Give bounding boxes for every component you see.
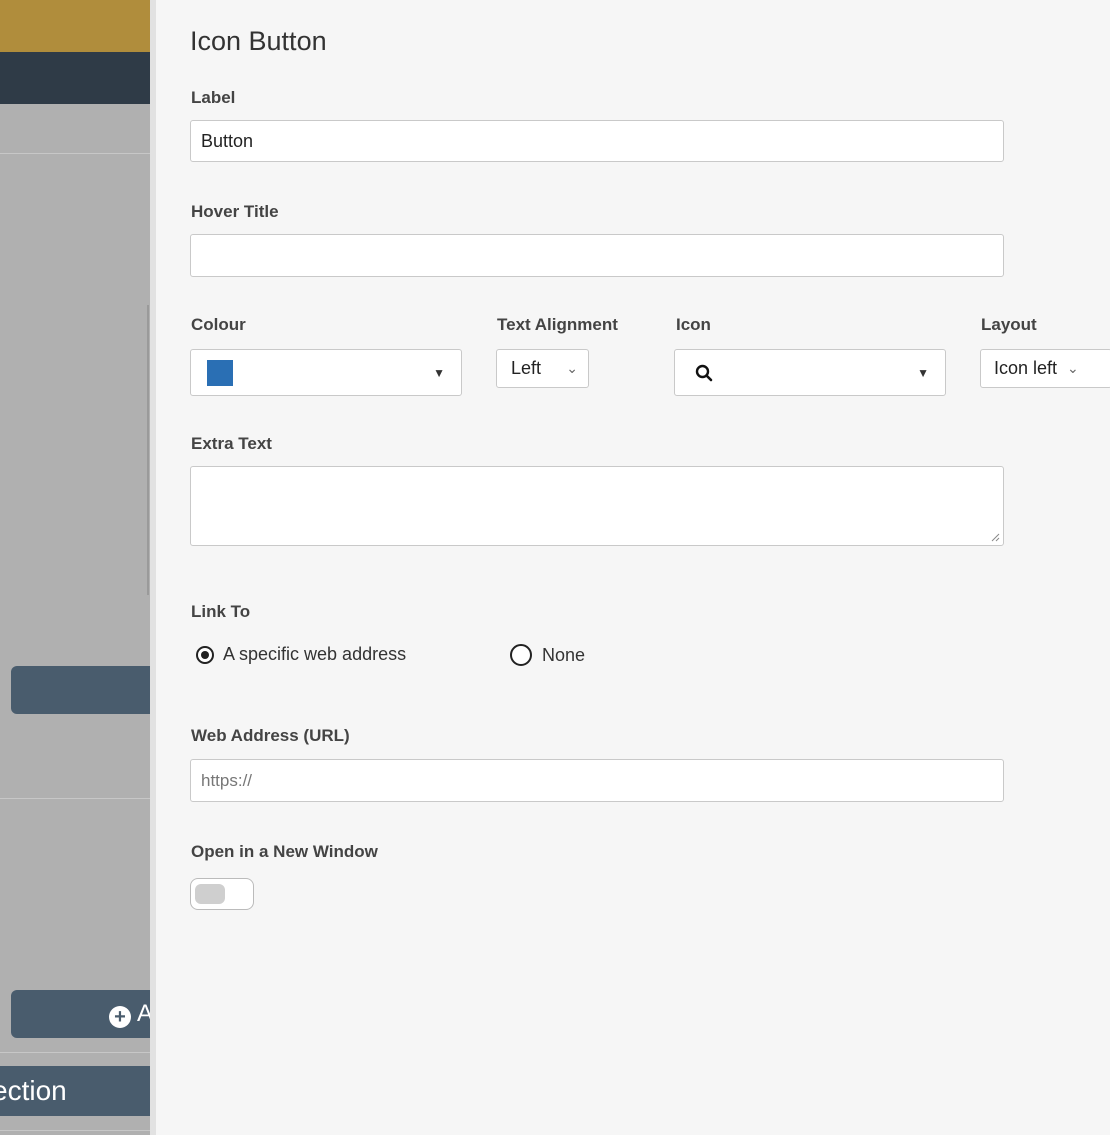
divider-line (0, 1052, 150, 1053)
dropdown-caret-icon: ▼ (917, 365, 929, 380)
radio-option-web-address[interactable]: A specific web address (196, 644, 406, 665)
header-dark-bar (0, 52, 150, 104)
radio-option-none[interactable]: None (510, 644, 585, 666)
radio-label-none: None (542, 644, 586, 665)
layout-label: Layout (981, 315, 1037, 334)
link-to-label: Link To (191, 602, 251, 621)
new-window-toggle[interactable] (190, 878, 254, 910)
section-button-partial-label: ection (0, 1075, 67, 1106)
radio-label-web-address: A specific web address (223, 644, 407, 664)
label-field-label: Label (191, 88, 236, 107)
text-alignment-label: Text Alignment (497, 315, 618, 334)
hover-title-label: Hover Title (191, 202, 279, 221)
colour-swatch (207, 359, 233, 386)
divider-line (0, 798, 150, 799)
radio-button[interactable] (510, 644, 532, 666)
divider-line (0, 1130, 150, 1131)
header-gold-bar (0, 0, 150, 52)
radio-button-selected[interactable] (196, 645, 214, 664)
icon-picker[interactable]: ▼ (674, 349, 946, 396)
icon-button-settings-panel: Icon Button Label Button Hover Title Col… (156, 0, 1110, 1135)
hover-title-input[interactable] (190, 234, 1004, 277)
background-section-button: ection (0, 1066, 150, 1116)
label-input[interactable]: Button (190, 120, 1004, 162)
web-address-label: Web Address (URL) (191, 726, 350, 745)
colour-label: Colour (191, 315, 246, 334)
plus-circle-icon: + (108, 1006, 131, 1028)
text-alignment-value: Left (511, 358, 542, 378)
text-alignment-select[interactable]: Left ⌄ (496, 349, 589, 388)
background-add-button: + A (11, 990, 150, 1038)
background-button (11, 666, 150, 714)
panel-title: Icon Button (190, 26, 327, 56)
chevron-down-icon: ⌄ (1067, 360, 1079, 376)
toggle-knob (195, 884, 225, 904)
background-page: +A ection (0, 0, 150, 1135)
dropdown-caret-icon: ▼ (433, 365, 445, 380)
chevron-down-icon: ⌄ (566, 360, 578, 376)
scrollbar-track (147, 305, 149, 595)
extra-text-label: Extra Text (191, 434, 272, 453)
search-icon (695, 364, 713, 381)
add-button-partial-label: A (136, 1000, 150, 1027)
resize-handle-icon[interactable] (990, 532, 1000, 542)
colour-picker[interactable]: ▼ (190, 349, 462, 396)
new-window-label: Open in a New Window (191, 842, 378, 861)
icon-label: Icon (676, 315, 711, 334)
divider-line (0, 153, 150, 154)
web-address-placeholder: https:// (201, 770, 253, 790)
layout-select[interactable]: Icon left ⌄ (980, 349, 1110, 388)
extra-text-textarea[interactable] (190, 466, 1004, 546)
web-address-input[interactable]: https:// (190, 759, 1004, 802)
label-input-value: Button (201, 130, 254, 151)
layout-value: Icon left (994, 358, 1058, 378)
